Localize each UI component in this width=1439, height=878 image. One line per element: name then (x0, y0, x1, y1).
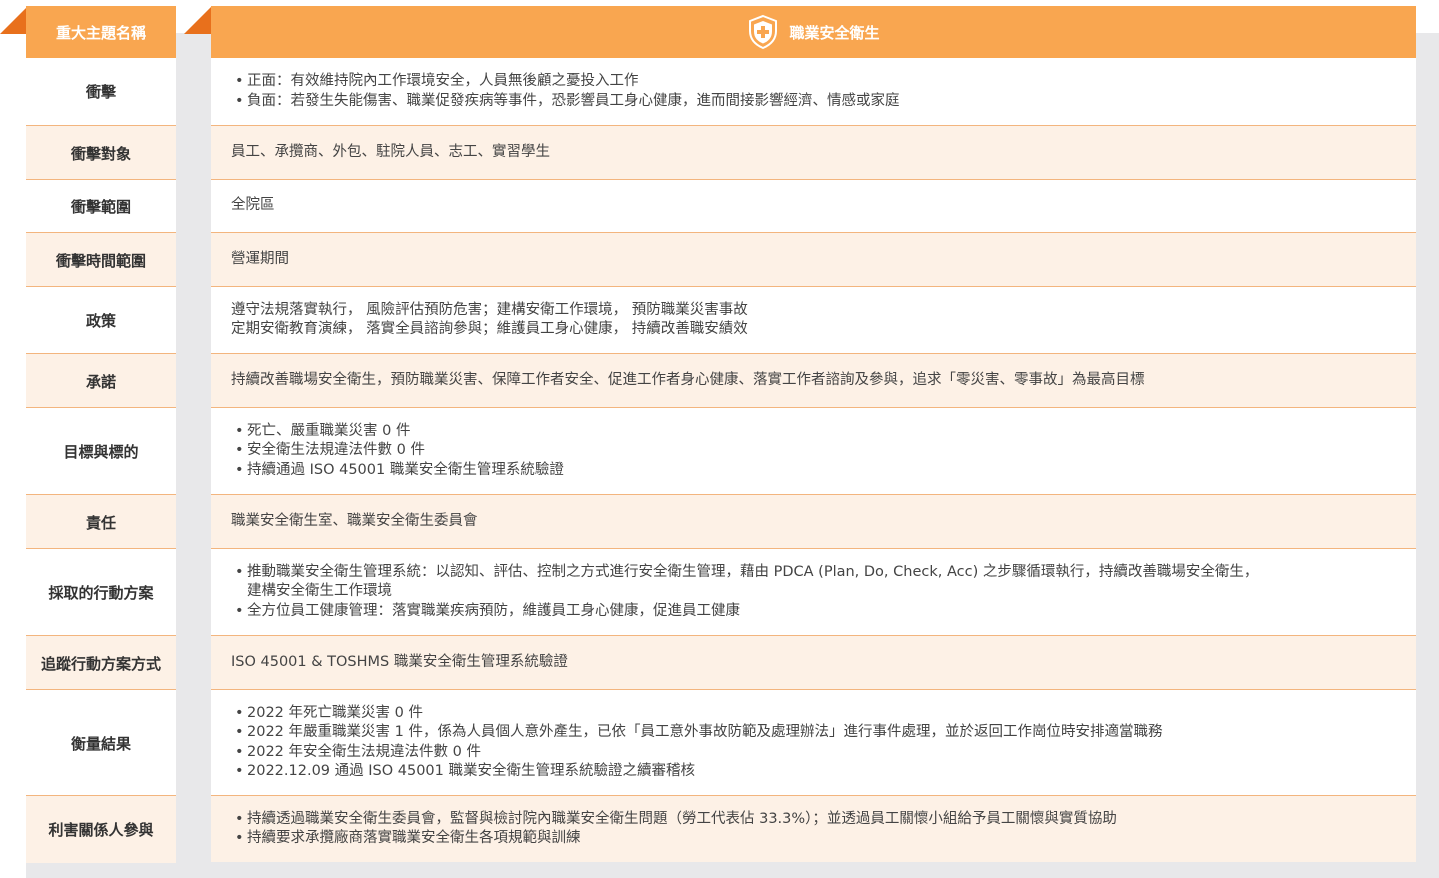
bullet-item: 持續要求承攬廠商落實職業安全衛生各項規範與訓練 (235, 829, 1396, 849)
row-label: 目標與標的 (26, 407, 176, 495)
bullet-item: 死亡、嚴重職業災害 0 件 (235, 422, 1396, 442)
bullet-item: 持續透過職業安全衛生委員會，監督與檢討院內職業安全衛生問題（勞工代表佔 33.3… (235, 810, 1396, 830)
row-label: 承諾 (26, 353, 176, 408)
table-row-policy: 政策 遵守法規落實執行， 風險評估預防危害；建構安衛工作環境， 預防職業災害事故… (26, 286, 1416, 354)
content-line: 遵守法規落實執行， 風險評估預防危害；建構安衛工作環境， 預防職業災害事故 (231, 301, 748, 318)
bullet-item: 安全衛生法規違法件數 0 件 (235, 441, 1396, 461)
content-line: 定期安衛教育演練， 落實全員諮詢參與；維護員工身心健康， 持續改善職安績效 (231, 321, 748, 337)
row-content: 推動職業安全衛生管理系統：以認知、評估、控制之方式進行安全衛生管理，藉由 PDC… (211, 548, 1416, 635)
row-content: 死亡、嚴重職業災害 0 件 安全衛生法規違法件數 0 件 持續通過 ISO 45… (211, 407, 1416, 494)
bullet-item: 2022.12.09 通過 ISO 45001 職業安全衛生管理系統驗證之續審稽… (235, 762, 1396, 782)
row-label: 衡量結果 (26, 689, 176, 796)
table-row-tracking-method: 追蹤行動方案方式 ISO 45001 & TOSHMS 職業安全衛生管理系統驗證 (26, 635, 1416, 690)
row-label: 採取的行動方案 (26, 548, 176, 636)
row-content: 遵守法規落實執行， 風險評估預防危害；建構安衛工作環境， 預防職業災害事故 定期… (211, 286, 1416, 353)
row-content: 2022 年死亡職業災害 0 件 2022 年嚴重職業災害 1 件，係為人員個人… (211, 689, 1416, 795)
content-line: ISO 45001 & TOSHMS 職業安全衛生管理系統驗證 (231, 653, 568, 670)
header-corner-fold-right (184, 6, 212, 34)
row-content: 全院區 (211, 179, 1416, 232)
row-content: 營運期間 (211, 232, 1416, 286)
table-row-impact-scope: 衝擊範圍 全院區 (26, 179, 1416, 233)
bullet-continuation: 建構安全衛生工作環境 (247, 583, 392, 600)
table-row-impact-target: 衝擊對象 員工、承攬商、外包、駐院人員、志工、實習學生 (26, 125, 1416, 180)
header-topic-title-text: 職業安全衛生 (789, 23, 880, 42)
table-row-stakeholder-engagement: 利害關係人參與 持續透過職業安全衛生委員會，監督與檢討院內職業安全衛生問題（勞工… (26, 795, 1416, 863)
row-label: 追蹤行動方案方式 (26, 635, 176, 690)
header-corner-fold-left (0, 6, 28, 34)
bullet-item: 負面：若發生失能傷害、職業促發疾病等事件，恐影響員工身心健康，進而間接影響經濟、… (235, 92, 1396, 112)
table-row-goals: 目標與標的 死亡、嚴重職業災害 0 件 安全衛生法規違法件數 0 件 持續通過 … (26, 407, 1416, 495)
content-line: 持續改善職場安全衛生，預防職業災害、保障工作者安全、促進工作者身心健康、落實工作… (231, 371, 1145, 388)
bullet-item: 持續通過 ISO 45001 職業安全衛生管理系統驗證 (235, 461, 1396, 481)
bullet-item: 2022 年死亡職業災害 0 件 (235, 704, 1396, 724)
header-topic-title: 職業安全衛生 (211, 6, 1416, 58)
table-row-commitment: 承諾 持續改善職場安全衛生，預防職業災害、保障工作者安全、促進工作者身心健康、落… (26, 353, 1416, 408)
shield-cross-icon (749, 14, 778, 50)
row-label: 衝擊範圍 (26, 179, 176, 233)
table-row-measurement-results: 衡量結果 2022 年死亡職業災害 0 件 2022 年嚴重職業災害 1 件，係… (26, 689, 1416, 796)
row-label: 利害關係人參與 (26, 795, 176, 863)
content-line: 全院區 (231, 197, 275, 214)
content-line: 員工、承攬商、外包、駐院人員、志工、實習學生 (231, 143, 550, 160)
bullet-item: 正面：有效維持院內工作環境安全，人員無後顧之憂投入工作 (235, 72, 1396, 92)
bullet-item: 全方位員工健康管理：落實職業疾病預防，維護員工身心健康，促進員工健康 (235, 602, 1396, 622)
row-label: 衝擊 (26, 58, 176, 125)
row-content: 正面：有效維持院內工作環境安全，人員無後顧之憂投入工作 負面：若發生失能傷害、職… (211, 58, 1416, 125)
row-label: 衝擊時間範圍 (26, 232, 176, 287)
content-line: 職業安全衛生室、職業安全衛生委員會 (231, 512, 478, 529)
row-content: 持續改善職場安全衛生，預防職業災害、保障工作者安全、促進工作者身心健康、落實工作… (211, 353, 1416, 407)
row-content: 職業安全衛生室、職業安全衛生委員會 (211, 494, 1416, 548)
row-label: 衝擊對象 (26, 125, 176, 180)
bullet-item: 推動職業安全衛生管理系統：以認知、評估、控制之方式進行安全衛生管理，藉由 PDC… (235, 563, 1396, 583)
row-label: 責任 (26, 494, 176, 549)
row-label: 政策 (26, 286, 176, 354)
bullet-item: 2022 年嚴重職業災害 1 件，係為人員個人意外產生，已依「員工意外事故防範及… (235, 723, 1396, 743)
content-line: 營運期間 (231, 250, 289, 267)
row-content: 員工、承攬商、外包、駐院人員、志工、實習學生 (211, 125, 1416, 179)
table-row-responsibility: 責任 職業安全衛生室、職業安全衛生委員會 (26, 494, 1416, 549)
table-row-impact: 衝擊 正面：有效維持院內工作環境安全，人員無後顧之憂投入工作 負面：若發生失能傷… (26, 58, 1416, 125)
table-row-action-plan: 採取的行動方案 推動職業安全衛生管理系統：以認知、評估、控制之方式進行安全衛生管… (26, 548, 1416, 636)
bullet-item: 2022 年安全衛生法規違法件數 0 件 (235, 743, 1396, 763)
row-content: 持續透過職業安全衛生委員會，監督與檢討院內職業安全衛生問題（勞工代表佔 33.3… (211, 795, 1416, 862)
table-row-impact-timeframe: 衝擊時間範圍 營運期間 (26, 232, 1416, 287)
row-content: ISO 45001 & TOSHMS 職業安全衛生管理系統驗證 (211, 635, 1416, 689)
header-topic-label: 重大主題名稱 (26, 6, 176, 58)
